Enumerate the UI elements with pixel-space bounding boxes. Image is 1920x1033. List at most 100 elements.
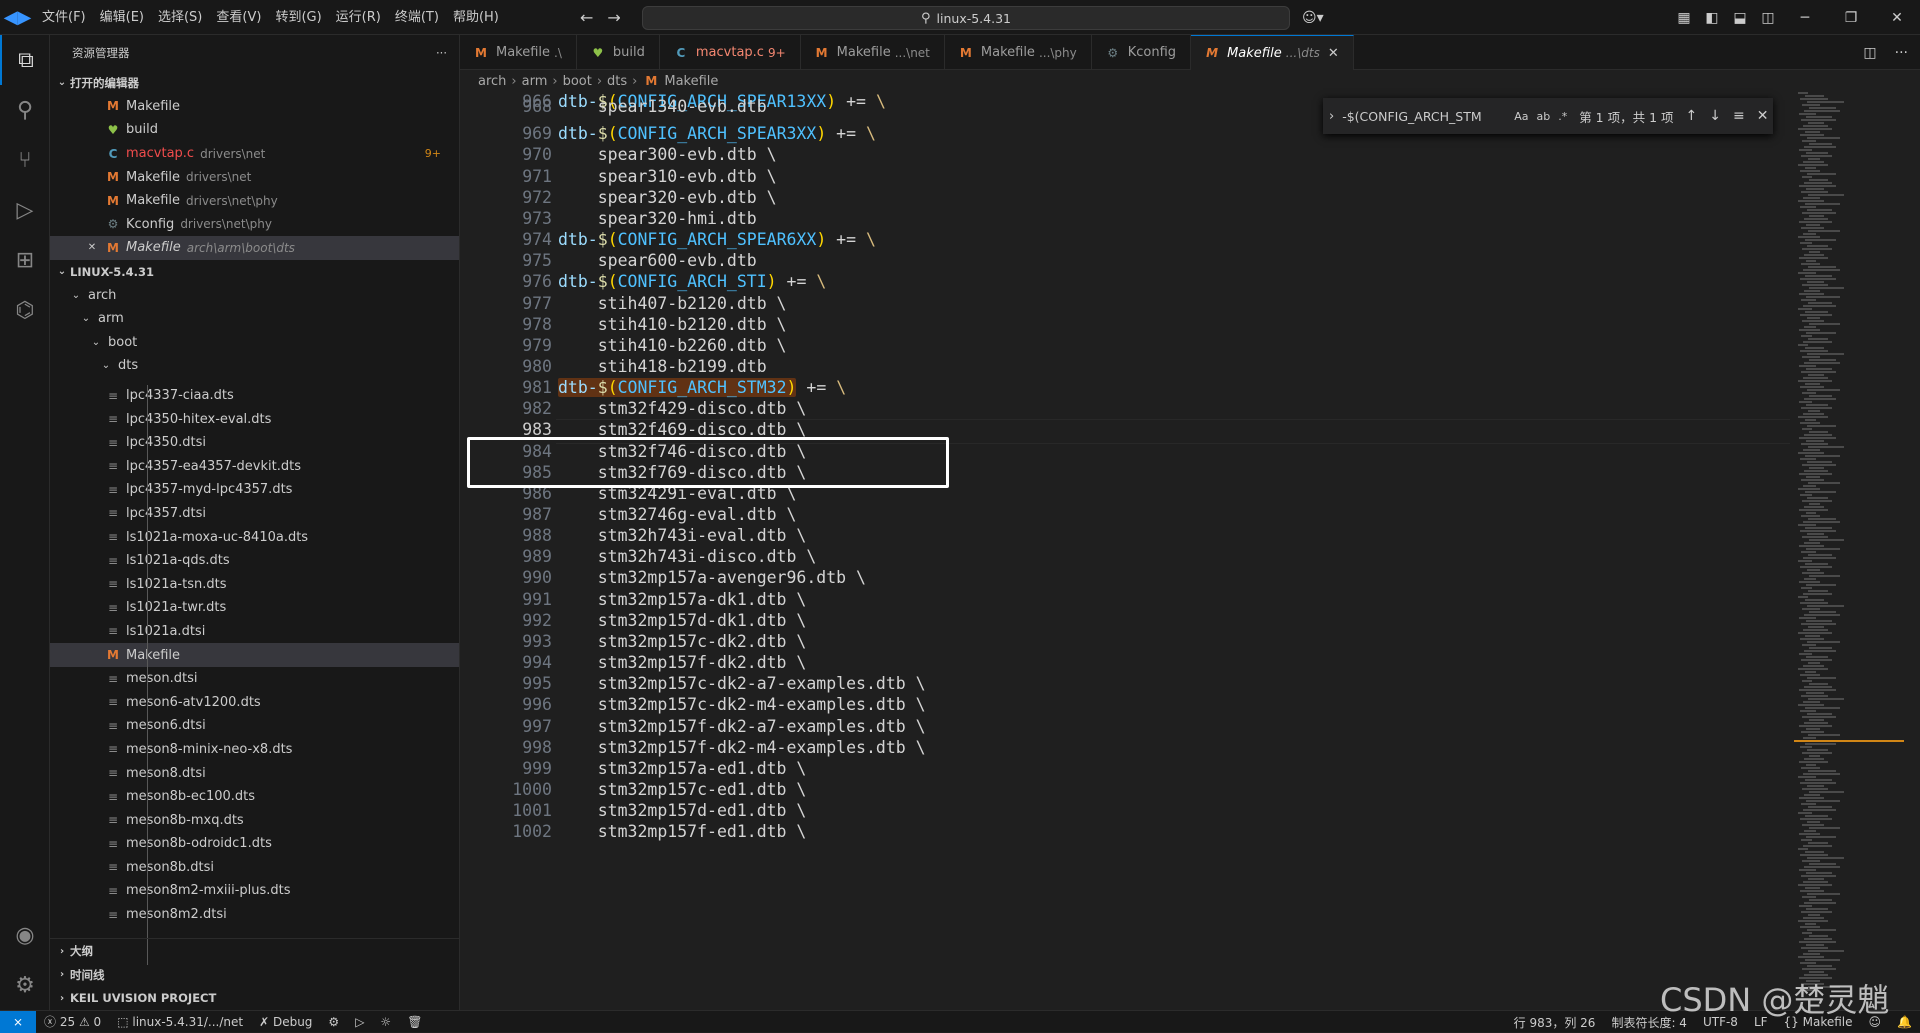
editor-tab[interactable]: ♥ build	[577, 35, 660, 70]
arrow-right-icon[interactable]: →	[607, 8, 620, 27]
minimize-icon[interactable]: ─	[1782, 10, 1828, 26]
file-item[interactable]: ≡ lpc4337-ciaa.dts	[50, 384, 459, 408]
code-editor[interactable]: 966 dtb-$(CONFIG_ARCH_SPEAR13XX) += \ 968 …	[460, 92, 1790, 1010]
editor-tab[interactable]: M Makefile ...\dts ✕	[1191, 35, 1354, 70]
remote-indicator-icon[interactable]: ⨯	[0, 1010, 36, 1033]
more-actions-icon[interactable]: ···	[436, 46, 447, 60]
folder-item[interactable]: ⌄ boot	[50, 331, 459, 355]
open-editor-item[interactable]: ✕ M Makefile arch\arm\boot\dts	[50, 236, 459, 260]
run-icon[interactable]: ▷	[347, 1015, 372, 1029]
menu-selection[interactable]: 选择(S)	[151, 0, 209, 35]
file-item[interactable]: ≡ meson6.dtsi	[50, 714, 459, 738]
file-item[interactable]: ≡ meson8m2-mxiii-plus.dts	[50, 879, 459, 903]
folder-item[interactable]: ⌄ arm	[50, 307, 459, 331]
file-item[interactable]: ≡ meson.dtsi	[50, 667, 459, 691]
customize-layout-icon[interactable]: ▦	[1670, 10, 1698, 26]
toggle-secondary-sidebar-icon[interactable]: ◫	[1754, 10, 1782, 26]
open-editor-item[interactable]: Cmacvtap.c drivers\net 9+	[50, 142, 459, 166]
menu-go[interactable]: 转到(G)	[268, 0, 328, 35]
chevron-right-icon[interactable]: ›	[1329, 109, 1334, 124]
command-center-search[interactable]: ⚲ linux-5.4.31	[642, 6, 1290, 30]
file-item[interactable]: ≡ ls1021a-twr.dts	[50, 596, 459, 620]
file-item[interactable]: ≡ ls1021a.dtsi	[50, 620, 459, 644]
breadcrumb-boot[interactable]: boot	[563, 74, 592, 89]
file-item[interactable]: ≡ meson8b.dtsi	[50, 856, 459, 880]
keil-section[interactable]: › KEIL UVISION PROJECT	[50, 986, 459, 1010]
extensions-icon[interactable]: ⊞	[0, 235, 50, 285]
close-icon[interactable]: ✕	[1757, 108, 1769, 124]
file-item[interactable]: M Makefile	[50, 643, 459, 667]
bug-icon[interactable]: ☼	[372, 1015, 399, 1029]
open-editor-item[interactable]: M Makefile drivers\net\phy	[50, 189, 459, 213]
editor-tab[interactable]: Cmacvtap.c 9+	[660, 35, 801, 70]
copilot-icon[interactable]: ☺▾	[1302, 0, 1324, 35]
problems-indicator[interactable]: ⓧ 25 ⚠ 0	[36, 1013, 109, 1030]
arrow-down-icon[interactable]: ↓	[1709, 108, 1721, 124]
toggle-panel-icon[interactable]: ⬓	[1726, 10, 1754, 26]
menu-help[interactable]: 帮助(H)	[446, 0, 506, 35]
file-item[interactable]: ≡ lpc4357-ea4357-devkit.dts	[50, 455, 459, 479]
split-editor-icon[interactable]: ◫	[1863, 45, 1876, 61]
restore-icon[interactable]: ❐	[1828, 10, 1874, 26]
workspace-header[interactable]: ⌄ LINUX-5.4.31	[50, 260, 459, 284]
file-item[interactable]: ≡ meson6-atv1200.dts	[50, 690, 459, 714]
more-actions-icon[interactable]: ···	[1895, 45, 1908, 61]
outline-section[interactable]: › 大纲	[50, 939, 459, 963]
close-icon[interactable]: ✕	[1328, 46, 1339, 61]
timeline-section[interactable]: › 时间线	[50, 963, 459, 987]
menu-edit[interactable]: 编辑(E)	[93, 0, 151, 35]
editor-tab[interactable]: ⚙ Kconfig	[1092, 35, 1192, 70]
file-item[interactable]: ≡ meson8b-mxq.dts	[50, 808, 459, 832]
editor-tab[interactable]: M Makefile ...\phy	[945, 35, 1092, 70]
match-case-button[interactable]: Aa	[1514, 110, 1528, 123]
vertical-scrollbar[interactable]	[1908, 92, 1920, 1010]
close-icon[interactable]: ✕	[84, 242, 100, 253]
notifications-icon[interactable]: 🔔	[1889, 1015, 1920, 1029]
editor-tab[interactable]: M Makefile .\	[460, 35, 577, 70]
minimap[interactable]	[1790, 92, 1908, 1010]
breadcrumb-arch[interactable]: arch	[478, 74, 506, 89]
gear-icon[interactable]: ⚙	[0, 960, 50, 1010]
menu-view[interactable]: 查看(V)	[209, 0, 268, 35]
cursor-position[interactable]: 行 983，列 26	[1506, 1014, 1604, 1031]
menu-file[interactable]: 文件(F)	[35, 0, 93, 35]
file-item[interactable]: ≡ ls1021a-tsn.dts	[50, 572, 459, 596]
close-icon[interactable]: ✕	[1874, 10, 1920, 26]
file-item[interactable]: ≡ meson8-minix-neo-x8.dts	[50, 738, 459, 762]
file-item[interactable]: ≡ lpc4350.dtsi	[50, 431, 459, 455]
branch-indicator[interactable]: ⬚ linux-5.4.31/.../net	[109, 1015, 251, 1029]
source-control-icon[interactable]: ⑂	[0, 135, 50, 185]
file-item[interactable]: ≡ lpc4357.dtsi	[50, 502, 459, 526]
remote-explorer-icon[interactable]: ⌬	[0, 285, 50, 335]
breadcrumb-arm[interactable]: arm	[522, 74, 548, 89]
file-item[interactable]: ≡ ls1021a-qds.dts	[50, 549, 459, 573]
file-item[interactable]: ≡ meson8m2.dtsi	[50, 903, 459, 927]
trash-icon[interactable]: 🗑	[399, 1015, 430, 1029]
match-word-button[interactable]: ab	[1536, 110, 1550, 123]
folder-item[interactable]: ⌄ arch	[50, 283, 459, 307]
account-icon[interactable]: ◉	[0, 910, 50, 960]
file-item[interactable]: ≡ meson8.dtsi	[50, 761, 459, 785]
open-editors-header[interactable]: ⌄ 打开的编辑器	[50, 71, 459, 95]
toggle-sidebar-icon[interactable]: ◧	[1698, 10, 1726, 26]
open-editor-item[interactable]: ⚙ Kconfig drivers\net\phy	[50, 213, 459, 237]
arrow-up-icon[interactable]: ↑	[1686, 108, 1698, 124]
explorer-icon[interactable]: ⧉	[0, 35, 50, 85]
regex-button[interactable]: .*	[1558, 110, 1567, 123]
editor-tab[interactable]: M Makefile ...\net	[801, 35, 945, 70]
debug-indicator[interactable]: ✗ Debug	[251, 1015, 320, 1029]
file-item[interactable]: ≡ meson8b-odroidc1.dts	[50, 832, 459, 856]
arrow-left-icon[interactable]: ←	[580, 8, 593, 27]
open-editor-item[interactable]: M Makefile drivers\net	[50, 165, 459, 189]
open-editor-item[interactable]: ♥ build	[50, 118, 459, 142]
open-editor-item[interactable]: M Makefile	[50, 95, 459, 119]
gear-icon[interactable]: ⚙	[320, 1015, 347, 1029]
search-icon[interactable]: ⚲	[0, 85, 50, 135]
find-input[interactable]: -$(CONFIG_ARCH_STM	[1342, 109, 1510, 124]
breadcrumb-file[interactable]: Makefile	[664, 74, 718, 89]
menu-run[interactable]: 运行(R)	[329, 0, 388, 35]
file-item[interactable]: ≡ meson8b-ec100.dts	[50, 785, 459, 809]
breadcrumb-dts[interactable]: dts	[607, 74, 627, 89]
run-debug-icon[interactable]: ▷	[0, 185, 50, 235]
folder-item[interactable]: ⌄ dts	[50, 354, 459, 378]
